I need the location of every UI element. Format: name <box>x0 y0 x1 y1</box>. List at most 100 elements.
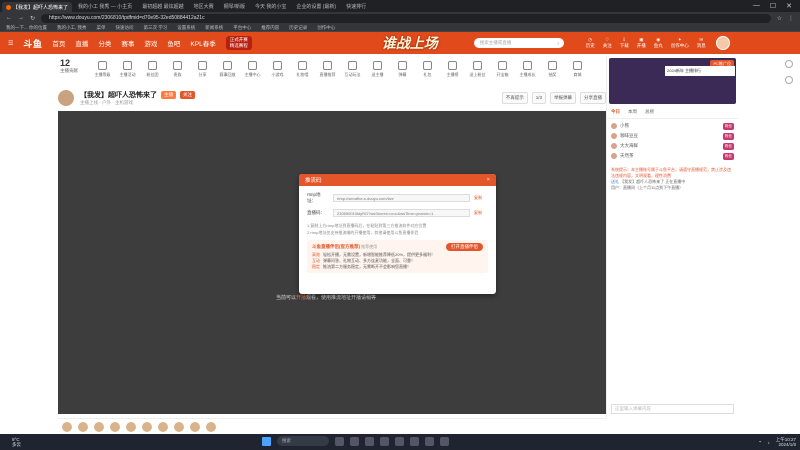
tool-item[interactable]: 互动玩法 <box>340 60 365 78</box>
gift-icon[interactable] <box>174 421 184 432</box>
nav-home[interactable]: 首页 <box>52 38 65 48</box>
bookmark-item[interactable]: 历史记录 <box>289 25 307 31</box>
follow-button[interactable]: ♡ 关注 <box>603 37 612 49</box>
copy-stream-button[interactable]: 复制 <box>474 210 488 216</box>
gift-icon[interactable] <box>190 421 200 432</box>
tool-item[interactable]: 粉丝团 <box>140 60 165 78</box>
bookmark-item[interactable]: 我的小工, 我秀 <box>57 25 87 31</box>
tool-item[interactable]: 礼包 <box>415 60 440 78</box>
tool-item[interactable]: 主播中心 <box>240 60 265 78</box>
search-icon[interactable]: ⌕ <box>557 41 560 46</box>
bookmark-item[interactable]: 创作中心 <box>317 25 335 31</box>
dismiss-button[interactable]: 不再提示 <box>501 92 528 104</box>
browser-tab[interactable]: 快速排行 <box>342 1 370 11</box>
tab-total[interactable]: 总榜 <box>645 109 654 115</box>
tab-today[interactable]: 今日 <box>611 109 620 115</box>
app-icon[interactable] <box>350 436 359 446</box>
feedback-icon[interactable] <box>785 60 793 68</box>
header-banner[interactable]: 谁战上场 <box>382 33 438 53</box>
bookmark-item[interactable]: 菜单 <box>97 25 106 31</box>
bookmark-item[interactable]: 推荐内容 <box>261 25 279 31</box>
copy-rtmp-button[interactable]: 复制 <box>474 195 488 201</box>
message-button[interactable]: ✉ 消息 <box>697 37 706 49</box>
weather-widget[interactable]: 9°C 多云 <box>12 437 21 447</box>
nav-kpl[interactable]: KPL春季 <box>190 38 215 48</box>
broadcast-button[interactable]: ▣ 开播 <box>637 37 646 49</box>
fans-box[interactable]: 12 主播贡献 <box>60 58 78 74</box>
tool-item[interactable]: 弹幕 <box>390 60 415 78</box>
browser-tab[interactable]: 企业的设置 (最新) <box>292 1 340 11</box>
nav-events[interactable]: 赛事 <box>121 38 134 48</box>
nav-live[interactable]: 直播 <box>75 38 88 48</box>
app-icon[interactable] <box>425 436 434 446</box>
app-icon[interactable] <box>395 436 404 446</box>
fishball-button[interactable]: ◉ 鱼丸 <box>654 37 663 49</box>
tool-item[interactable]: 小游戏 <box>265 60 290 78</box>
clock[interactable]: 上午10:27 2024/1/8 <box>776 437 796 447</box>
minimize-icon[interactable]: — <box>753 2 760 10</box>
page-indicator[interactable]: 1/3 <box>531 92 546 104</box>
open-companion-button[interactable]: 打开直播伴侣 <box>446 243 483 251</box>
tool-item[interactable]: 直播推荐 <box>315 60 340 78</box>
share-button[interactable]: 分享直播 <box>580 92 606 104</box>
browser-tab[interactable]: 我的小工 我秀 — 小主页 <box>74 1 136 11</box>
search-input[interactable]: 搜索主播或直播 ⌕ <box>473 38 564 48</box>
browser-tab-active[interactable]: 【我发】超吓人恐怖来了 <box>2 2 73 12</box>
gift-icon[interactable] <box>142 421 152 432</box>
user-avatar[interactable] <box>715 36 730 50</box>
nav-yuba[interactable]: 鱼吧 <box>167 38 180 48</box>
browser-tab[interactable]: 今天 我的小宝 <box>251 1 290 11</box>
nav-games[interactable]: 游戏 <box>144 38 157 48</box>
app-icon[interactable] <box>365 436 374 446</box>
tool-item[interactable]: 商城 <box>565 60 590 78</box>
bookmark-item[interactable]: 设置系统 <box>177 25 195 31</box>
rtmp-field[interactable]: rtmp://sendfhe-s.douyu.com/live <box>333 194 470 202</box>
promo-banner[interactable]: PC推广位 2024新年 主播排行 <box>609 58 736 104</box>
nav-category[interactable]: 分类 <box>98 38 111 48</box>
bookmark-item[interactable]: 第三次 学习 <box>144 25 168 31</box>
tab-week[interactable]: 本周 <box>628 109 637 115</box>
windows-start-icon[interactable] <box>262 436 271 446</box>
gift-icon[interactable] <box>78 421 88 432</box>
bookmark-item[interactable]: 新闻系统 <box>205 25 223 31</box>
reload-icon[interactable]: ↻ <box>30 15 35 22</box>
taskbar-search[interactable]: 搜索 <box>277 436 329 446</box>
back-icon[interactable]: ← <box>6 15 12 21</box>
network-icon[interactable]: ⌁ <box>759 439 762 445</box>
bookmark-item[interactable]: 快速访问 <box>116 25 134 31</box>
tool-item[interactable]: 赛事回放 <box>215 60 240 78</box>
rank-item[interactable]: 咖啡豆豆 粉丝 <box>611 131 734 141</box>
app-icon[interactable] <box>380 436 389 446</box>
site-logo[interactable]: 斗鱼 <box>23 37 42 50</box>
rank-item[interactable]: 天然茶 粉丝 <box>611 151 734 161</box>
gift-icon[interactable] <box>62 421 72 432</box>
report-button[interactable]: 举报弹幕 <box>550 92 576 104</box>
top-icon[interactable] <box>785 76 793 84</box>
tool-item[interactable]: 抽奖 <box>540 60 565 78</box>
tool-item[interactable]: 贵族 <box>165 60 190 78</box>
event-badge[interactable]: 正式开赛 精选赛程 <box>225 36 252 50</box>
app-icon[interactable] <box>410 436 419 446</box>
stream-code-field[interactable]: 230690010ktyRG?wsSecret=••••••&wsTime=yn… <box>333 209 470 217</box>
tool-item[interactable]: 主播等级 <box>90 60 115 78</box>
rank-item[interactable]: 大大海鲜 粉丝 <box>611 141 734 151</box>
maximize-icon[interactable]: ☐ <box>770 2 776 10</box>
star-icon[interactable]: ☆ <box>777 15 782 22</box>
menu-icon[interactable]: ☰ <box>8 40 13 47</box>
chat-nick[interactable]: 送礼 <box>611 179 619 184</box>
history-button[interactable]: ◷ 历史 <box>586 37 595 49</box>
streamer-avatar[interactable] <box>58 90 74 106</box>
app-icon[interactable] <box>440 436 449 446</box>
gift-icon[interactable] <box>110 421 120 432</box>
gift-icon[interactable] <box>94 421 104 432</box>
tool-item[interactable]: 送上粉丝 <box>465 60 490 78</box>
tool-item[interactable]: 主播成长 <box>515 60 540 78</box>
tool-item[interactable]: 开宝箱 <box>490 60 515 78</box>
close-icon[interactable]: × <box>487 177 490 183</box>
browser-tab[interactable]: 钢琴/新版 <box>220 1 249 11</box>
tool-item[interactable]: 送主播 <box>365 60 390 78</box>
download-button[interactable]: ⇩ 下载 <box>620 37 629 49</box>
volume-icon[interactable]: ♪ <box>767 440 769 445</box>
player-msg-highlight[interactable]: 开播 <box>296 295 306 301</box>
bookmark-item[interactable]: 平台中心 <box>233 25 251 31</box>
